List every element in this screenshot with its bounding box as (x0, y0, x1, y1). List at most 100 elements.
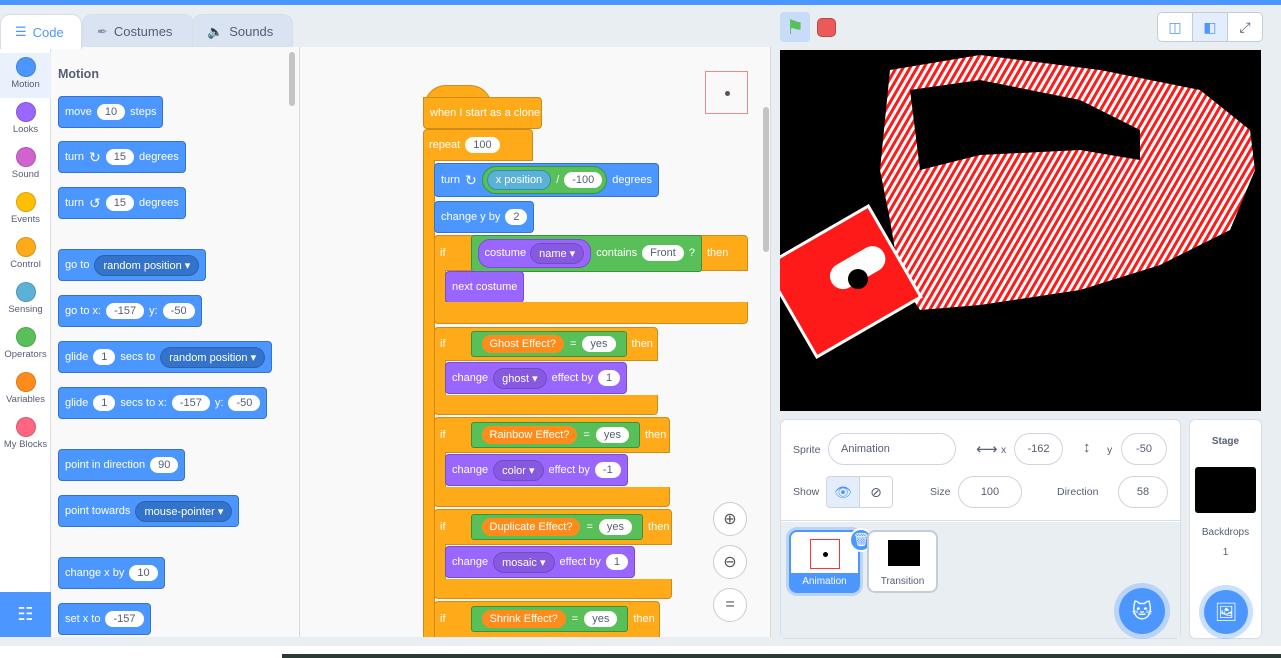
next-costume-block[interactable]: next costume (445, 271, 525, 303)
secs-input[interactable]: 1 (93, 395, 116, 411)
tab-sounds[interactable]: 🔈 Sounds (192, 14, 293, 48)
glide-to-xy-block[interactable]: glide 1 secs to x: -157 y: -50 (58, 387, 268, 419)
small-stage-button[interactable]: ◫ (1158, 13, 1193, 41)
y-input[interactable]: -50 (162, 303, 195, 319)
effect-dropdown[interactable]: color ▾ (493, 459, 544, 481)
go-to-xy-block[interactable]: go to x: -157 y: -50 (58, 295, 202, 327)
effect-amount-input[interactable]: -1 (594, 462, 621, 478)
x-position-input[interactable]: -162 (1014, 433, 1063, 465)
zoom-out-button[interactable]: ⊖ (713, 545, 747, 579)
sprite-tile-transition[interactable]: Transition (867, 530, 938, 593)
turn-left-block[interactable]: turn ↺ 15 degrees (58, 187, 186, 219)
target-dropdown[interactable]: mouse-pointer ▾ (135, 500, 233, 522)
compare-value-input[interactable]: yes (598, 519, 633, 535)
category-events[interactable]: Events (0, 188, 51, 233)
divisor-input[interactable]: -100 (564, 172, 603, 188)
glide-to-block[interactable]: glide 1 secs to random position ▾ (58, 341, 273, 373)
choose-sprite-button[interactable]: 🐱 (1119, 588, 1165, 634)
contains-operator[interactable]: costume name ▾ contains Front ? (470, 234, 702, 272)
go-to-block[interactable]: go to random position ▾ (58, 249, 207, 281)
category-label: Operators (4, 349, 47, 360)
show-visible-button[interactable]: 👁 (826, 476, 860, 508)
change-mosaic-effect-block[interactable]: change mosaic ▾ effect by 1 (445, 546, 636, 578)
zoom-in-button[interactable]: ⊕ (713, 502, 747, 536)
x-change-input[interactable]: 10 (129, 565, 158, 581)
move-steps-block[interactable]: move 10 steps (58, 96, 164, 128)
add-extension-button[interactable]: ☷ (0, 592, 51, 637)
x-input[interactable]: -157 (106, 303, 145, 319)
stop-button[interactable] (817, 18, 836, 37)
sprite-name-input[interactable]: Animation (828, 433, 956, 465)
x-input[interactable]: -157 (171, 395, 210, 411)
effect-amount-input[interactable]: 1 (605, 554, 629, 570)
script-vertical-scrollbar[interactable] (763, 107, 769, 252)
rainbow-effect-variable[interactable]: Rainbow Effect? (481, 426, 578, 444)
contains-text-input[interactable]: Front (642, 245, 684, 261)
repeat-count-input[interactable]: 100 (465, 137, 500, 153)
choose-backdrop-button[interactable]: 🖼 (1204, 590, 1248, 634)
category-variables[interactable]: Variables (0, 368, 51, 413)
direction-input[interactable]: 58 (1118, 476, 1168, 508)
x-position-reporter[interactable]: x position (486, 170, 552, 190)
effect-dropdown[interactable]: mosaic ▾ (493, 551, 555, 573)
fullscreen-button[interactable]: ⤢ (1228, 13, 1262, 41)
x-set-input[interactable]: -157 (105, 611, 144, 627)
stage-selector[interactable]: Stage Backdrops 1 🖼 (1189, 419, 1262, 639)
category-sound[interactable]: Sound (0, 143, 51, 188)
costume-dropdown[interactable]: name ▾ (530, 242, 585, 264)
equals-operator[interactable]: Duplicate Effect? = yes (470, 514, 644, 540)
sprite-thumbnail (810, 539, 840, 569)
equals-operator[interactable]: Shrink Effect? = yes (470, 606, 629, 632)
change-y-script-block[interactable]: change y by 2 (434, 201, 535, 233)
compare-value-input[interactable]: yes (582, 336, 616, 352)
target-dropdown[interactable]: random position ▾ (160, 346, 266, 368)
effect-dropdown[interactable]: ghost ▾ (493, 367, 547, 389)
category-control[interactable]: Control (0, 233, 51, 278)
point-in-direction-block[interactable]: point in direction 90 (58, 449, 186, 481)
category-looks[interactable]: Looks (0, 98, 51, 143)
stage-canvas[interactable] (780, 50, 1261, 411)
script-area[interactable]: when I start as a clone repeat 100 turn … (300, 47, 771, 637)
change-ghost-effect-block[interactable]: change ghost ▾ effect by 1 (445, 362, 628, 394)
green-flag-button[interactable]: ⚑ (780, 12, 810, 42)
size-input[interactable]: 100 (958, 476, 1022, 508)
direction-input[interactable]: 90 (150, 457, 179, 473)
target-dropdown[interactable]: random position ▾ (94, 254, 200, 276)
equals-operator[interactable]: Ghost Effect? = yes (470, 331, 627, 357)
sprite-thumbnail (888, 540, 920, 566)
turn-script-block[interactable]: turn ↻ x position / -100 degrees (434, 163, 660, 197)
y-position-input[interactable]: -50 (1121, 433, 1167, 465)
duplicate-effect-variable[interactable]: Duplicate Effect? (481, 518, 581, 536)
y-change-input[interactable]: 2 (505, 209, 528, 225)
when-clone-starts-block[interactable]: when I start as a clone (423, 97, 542, 129)
degrees-input[interactable]: 15 (105, 149, 134, 165)
palette-scrollbar[interactable] (289, 52, 295, 106)
shrink-effect-variable[interactable]: Shrink Effect? (481, 610, 566, 628)
secs-input[interactable]: 1 (93, 349, 116, 365)
compare-value-input[interactable]: yes (584, 611, 618, 627)
costume-reporter[interactable]: costume name ▾ (477, 238, 592, 268)
point-towards-block[interactable]: point towards mouse-pointer ▾ (58, 495, 240, 527)
tab-code[interactable]: ☰ Code (0, 14, 82, 49)
set-x-block[interactable]: set x to -157 (58, 603, 151, 635)
category-motion[interactable]: Motion (0, 53, 51, 98)
equals-operator[interactable]: Rainbow Effect? = yes (470, 422, 640, 448)
category-my-blocks[interactable]: My Blocks (0, 413, 51, 458)
sprite-tile-animation[interactable]: 🗑 Animation (789, 528, 873, 593)
effect-amount-input[interactable]: 1 (597, 370, 621, 386)
degrees-input[interactable]: 15 (105, 195, 134, 211)
category-sensing[interactable]: Sensing (0, 278, 51, 323)
ghost-effect-variable[interactable]: Ghost Effect? (481, 335, 564, 353)
y-input[interactable]: -50 (228, 395, 261, 411)
change-color-effect-block[interactable]: change color ▾ effect by -1 (445, 454, 628, 486)
turn-right-block[interactable]: turn ↻ 15 degrees (58, 141, 186, 173)
steps-input[interactable]: 10 (96, 104, 126, 120)
change-x-block[interactable]: change x by 10 (58, 557, 165, 589)
category-operators[interactable]: Operators (0, 323, 51, 368)
divide-operator[interactable]: x position / -100 (481, 166, 608, 194)
tab-costumes[interactable]: ✒ Costumes (82, 14, 194, 48)
zoom-reset-button[interactable]: = (713, 588, 747, 622)
normal-stage-button[interactable]: ◧ (1193, 13, 1228, 41)
show-hidden-button[interactable]: ⊘ (859, 476, 893, 508)
compare-value-input[interactable]: yes (595, 427, 629, 443)
